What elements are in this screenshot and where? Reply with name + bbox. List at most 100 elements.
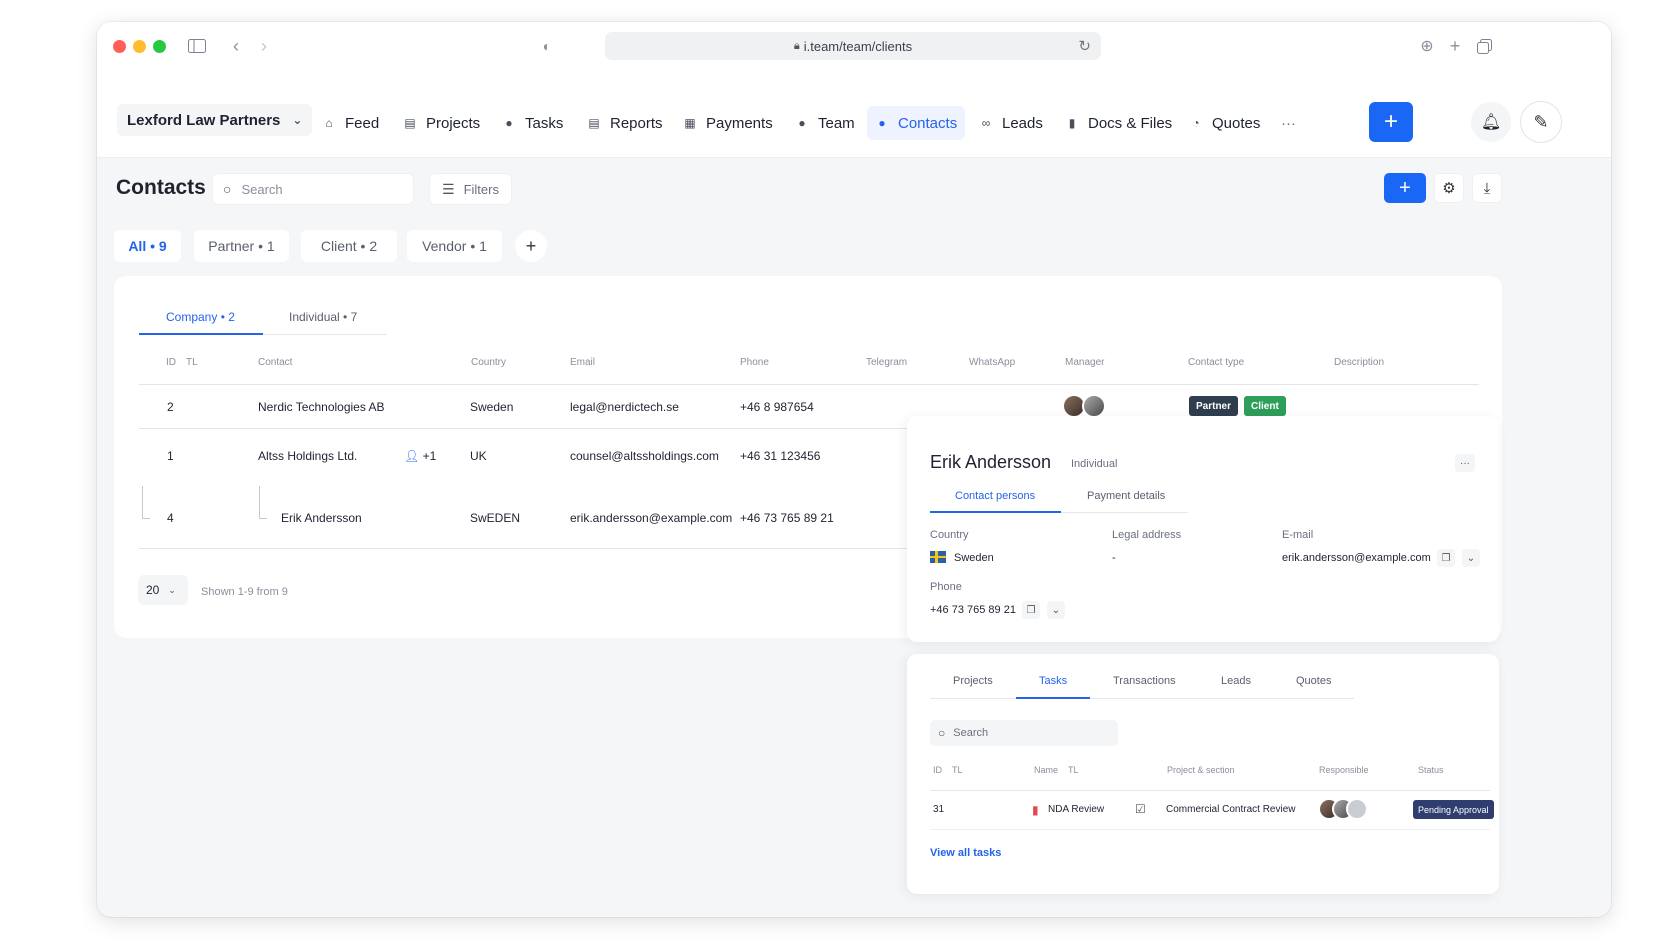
browser-titlebar: ‹ › ◐ 🔒︎ i.team/team/clients ↻ ⊕ + xyxy=(97,22,1611,70)
home-icon: ⌂ xyxy=(325,116,333,130)
row-email[interactable]: legal@nerdictech.se xyxy=(570,400,679,414)
tasks-col-tl[interactable]: TL xyxy=(952,765,963,775)
nav-leads[interactable]: ∞ Leads xyxy=(971,106,1051,140)
nav-more-button[interactable]: ··· xyxy=(1273,106,1304,140)
per-page-select[interactable]: 20 ⌄ xyxy=(138,575,188,605)
task-project[interactable]: Commercial Contract Review xyxy=(1166,804,1295,815)
email-value[interactable]: erik.andersson@example.com xyxy=(1282,552,1431,564)
shield-icon[interactable]: ◐ xyxy=(535,34,559,58)
row-country: SwEDEN xyxy=(470,511,521,525)
filters-button[interactable]: ☰ Filters xyxy=(429,173,512,205)
nav-quotes[interactable]: ◔ Quotes xyxy=(1181,106,1268,140)
add-filter-button[interactable]: + xyxy=(515,230,547,262)
more-options-button[interactable]: ··· xyxy=(1455,454,1475,472)
contact-persons-toggle[interactable]: 👤︎ +1 xyxy=(404,449,436,463)
col-email[interactable]: Email xyxy=(570,357,595,368)
row-phone[interactable]: +46 73 765 89 21 xyxy=(740,511,834,525)
filter-pill-all[interactable]: All • 9 xyxy=(114,230,181,262)
back-icon[interactable]: ‹ xyxy=(224,34,248,58)
tab-projects[interactable]: Projects xyxy=(953,675,993,687)
tasks-col-status[interactable]: Status xyxy=(1418,765,1444,775)
nav-label: Contacts xyxy=(898,114,958,132)
tab-leads[interactable]: Leads xyxy=(1221,675,1251,687)
col-country[interactable]: Country xyxy=(471,357,506,368)
nav-payments[interactable]: ▦ Payments xyxy=(675,106,781,140)
nav-tasks[interactable]: ● Tasks xyxy=(494,106,571,140)
tasks-search-input[interactable]: ○ Search xyxy=(930,720,1118,746)
tab-payment-details[interactable]: Payment details xyxy=(1087,490,1165,502)
tabs-overview-icon[interactable] xyxy=(1472,34,1496,58)
col-manager[interactable]: Manager xyxy=(1065,357,1104,368)
row-contact-link[interactable]: Altss Holdings Ltd. xyxy=(258,449,357,463)
lock-icon: 🔒︎ xyxy=(793,39,800,52)
tab-tasks[interactable]: Tasks xyxy=(1039,675,1067,687)
chevron-down-icon[interactable]: ⌄ xyxy=(1462,549,1480,567)
col-contact[interactable]: Contact xyxy=(258,357,292,368)
nav-feed[interactable]: ⌂ Feed xyxy=(314,106,387,140)
download-circle-icon[interactable]: ⊕ xyxy=(1415,34,1439,58)
col-whatsapp[interactable]: WhatsApp xyxy=(969,357,1015,368)
new-tab-icon[interactable]: + xyxy=(1443,34,1467,58)
nav-label: Payments xyxy=(706,114,773,132)
view-all-tasks-link[interactable]: View all tasks xyxy=(930,847,1001,859)
col-telegram[interactable]: Telegram xyxy=(866,357,907,368)
row-email[interactable]: erik.andersson@example.com xyxy=(570,511,732,525)
tasks-col-tl2[interactable]: TL xyxy=(1068,765,1079,775)
col-description[interactable]: Description xyxy=(1334,357,1384,368)
bookmark-icon: ▮ xyxy=(1032,803,1039,817)
row-contact-link[interactable]: Nerdic Technologies AB xyxy=(258,400,385,414)
chevron-down-icon[interactable]: ⌄ xyxy=(1047,601,1065,619)
tasks-col-project[interactable]: Project & section xyxy=(1167,765,1235,775)
tab-contact-persons[interactable]: Contact persons xyxy=(955,490,1035,502)
copy-icon[interactable]: ❐ xyxy=(1437,549,1455,567)
sidebar-toggle-icon[interactable] xyxy=(185,34,209,58)
search-input[interactable]: ○ Search xyxy=(212,173,414,205)
row-contact-link[interactable]: Erik Andersson xyxy=(281,511,362,525)
user-icon: ● xyxy=(798,116,806,130)
tasks-col-name[interactable]: Name xyxy=(1034,765,1058,775)
address-bar[interactable]: 🔒︎ i.team/team/clients ↻ xyxy=(605,32,1101,60)
tasks-col-id[interactable]: ID xyxy=(933,765,942,775)
nav-projects[interactable]: ▤ Projects xyxy=(395,106,488,140)
tab-quotes[interactable]: Quotes xyxy=(1296,675,1331,687)
row-phone[interactable]: +46 8 987654 xyxy=(740,400,814,414)
filter-pill-partner[interactable]: Partner • 1 xyxy=(194,230,289,262)
org-switcher[interactable]: Lexford Law Partners ⌄ xyxy=(117,104,313,136)
copy-icon[interactable]: ❐ xyxy=(1022,601,1040,619)
create-button[interactable]: + xyxy=(1369,102,1413,142)
workspace-avatar[interactable]: ✎ xyxy=(1520,101,1562,143)
add-contact-button[interactable]: + xyxy=(1384,173,1426,203)
subtab-company[interactable]: Company • 2 xyxy=(166,310,235,324)
download-icon[interactable]: ⤓ xyxy=(1472,173,1502,203)
phone-value[interactable]: +46 73 765 89 21 xyxy=(930,604,1016,616)
col-contact-type[interactable]: Contact type xyxy=(1188,357,1244,368)
col-tl[interactable]: TL xyxy=(186,357,198,368)
tasks-col-responsible[interactable]: Responsible xyxy=(1319,765,1369,775)
minimize-window-button[interactable] xyxy=(133,40,146,53)
tab-transactions[interactable]: Transactions xyxy=(1113,675,1176,687)
row-phone[interactable]: +46 31 123456 xyxy=(740,449,820,463)
sweden-flag-icon xyxy=(930,551,946,563)
maximize-window-button[interactable] xyxy=(153,40,166,53)
contact-type-badge: Partner xyxy=(1189,396,1239,416)
filter-pill-client[interactable]: Client • 2 xyxy=(301,230,397,262)
nav-team[interactable]: ● Team xyxy=(787,106,863,140)
nav-contacts[interactable]: ● Contacts xyxy=(867,106,966,140)
filter-pill-vendor[interactable]: Vendor • 1 xyxy=(407,230,502,262)
nav-docs-files[interactable]: ▮ Docs & Files xyxy=(1057,106,1180,140)
row-email[interactable]: counsel@altssholdings.com xyxy=(570,449,719,463)
settings-gear-icon[interactable]: ⚙ xyxy=(1434,173,1464,203)
task-name-link[interactable]: NDA Review xyxy=(1048,804,1104,815)
subtab-active-underline xyxy=(139,333,263,335)
subtab-individual[interactable]: Individual • 7 xyxy=(289,310,357,324)
app-nav: Lexford Law Partners ⌄ ⌂ Feed ▤ Projects ●… xyxy=(97,70,1611,158)
tree-connector xyxy=(142,486,143,518)
col-id[interactable]: ID xyxy=(166,357,176,368)
nav-reports[interactable]: ▤ Reports xyxy=(579,106,671,140)
forward-icon[interactable]: › xyxy=(252,34,276,58)
reload-icon[interactable]: ↻ xyxy=(1078,37,1091,55)
col-phone[interactable]: Phone xyxy=(740,357,769,368)
close-window-button[interactable] xyxy=(113,40,126,53)
bell-icon[interactable]: 🔔︎ xyxy=(1471,102,1511,142)
email-label: E-mail xyxy=(1282,529,1314,541)
